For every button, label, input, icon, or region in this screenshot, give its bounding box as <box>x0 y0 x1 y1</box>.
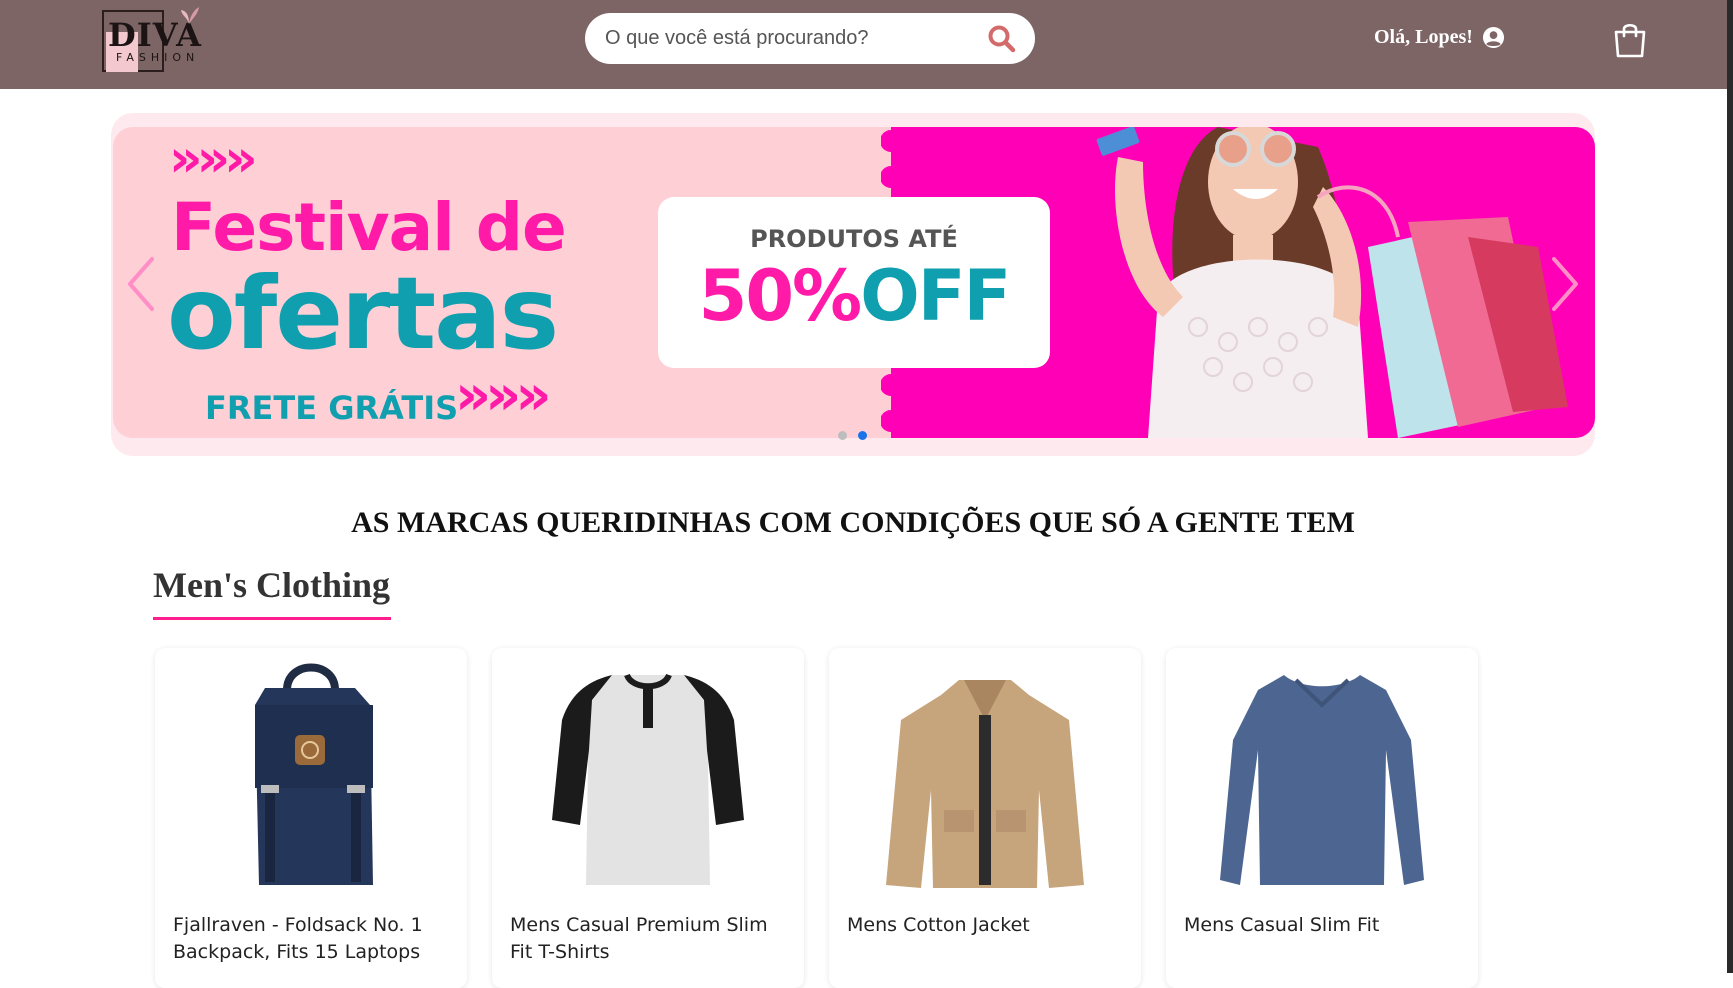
raglan-tshirt-image <box>552 673 744 885</box>
product-card[interactable]: Mens Casual Premium Slim Fit T-Shirts <box>492 648 804 988</box>
carousel-prev-arrow-icon[interactable] <box>124 255 158 313</box>
product-card[interactable]: Fjallraven - Foldsack No. 1 Backpack, Fi… <box>155 648 467 988</box>
product-name[interactable]: Fjallraven - Foldsack No. 1 Backpack, Fi… <box>173 912 458 966</box>
search-icon[interactable] <box>987 24 1017 54</box>
jacket-image <box>886 680 1084 888</box>
logo-subtext: FASHION <box>116 51 200 64</box>
window-edge <box>1727 0 1733 973</box>
shopper-woman-image <box>1096 127 1568 438</box>
long-sleeve-shirt-image <box>1220 675 1424 885</box>
backpack-image <box>255 663 373 885</box>
user-greeting[interactable]: Olá, Lopes! <box>1374 26 1505 49</box>
carousel-next-arrow-icon[interactable] <box>1548 255 1582 313</box>
brand-logo[interactable]: DIVA FASHION <box>98 4 208 72</box>
section-heading: AS MARCAS QUERIDINHAS COM CONDIÇÕES QUE … <box>351 506 1355 539</box>
discount-label: PRODUTOS ATÉ <box>750 225 958 253</box>
user-circle-icon <box>1482 26 1504 49</box>
discount-percent: 50% <box>698 255 863 337</box>
greeting-text: Olá, Lopes! <box>1374 26 1473 48</box>
decor-arrows-bottom: »»» <box>455 363 552 428</box>
shopping-bag-icon[interactable] <box>1613 20 1647 58</box>
flower-icon <box>181 7 199 24</box>
product-card[interactable]: Mens Cotton Jacket <box>829 648 1141 988</box>
category-title: Men's Clothing <box>153 565 391 605</box>
carousel-dot-2[interactable] <box>858 431 867 440</box>
product-card[interactable]: Mens Casual Slim Fit <box>1166 648 1478 988</box>
discount-value: 50%OFF <box>658 255 1050 337</box>
discount-card: PRODUTOS ATÉ 50%OFF <box>658 197 1050 368</box>
product-name[interactable]: Mens Casual Slim Fit <box>1184 912 1469 939</box>
search-bar[interactable] <box>585 13 1035 64</box>
discount-off: OFF <box>860 255 1011 337</box>
banner-shipping: FRETE GRÁTIS <box>205 389 459 427</box>
decor-arrows-top: »»» <box>169 129 258 189</box>
product-name[interactable]: Mens Cotton Jacket <box>847 912 1132 939</box>
search-input[interactable] <box>605 26 975 50</box>
carousel-indicators <box>838 431 867 440</box>
carousel-dot-1[interactable] <box>838 431 847 440</box>
category-underline <box>153 617 391 620</box>
promo-banner[interactable]: »»» Festival de ofertas FRETE GRÁTIS »»»… <box>113 127 1595 438</box>
product-name[interactable]: Mens Casual Premium Slim Fit T-Shirts <box>510 912 795 966</box>
banner-title-line2: ofertas <box>167 255 559 372</box>
top-navbar: DIVA FASHION Olá, Lopes! <box>0 0 1727 89</box>
